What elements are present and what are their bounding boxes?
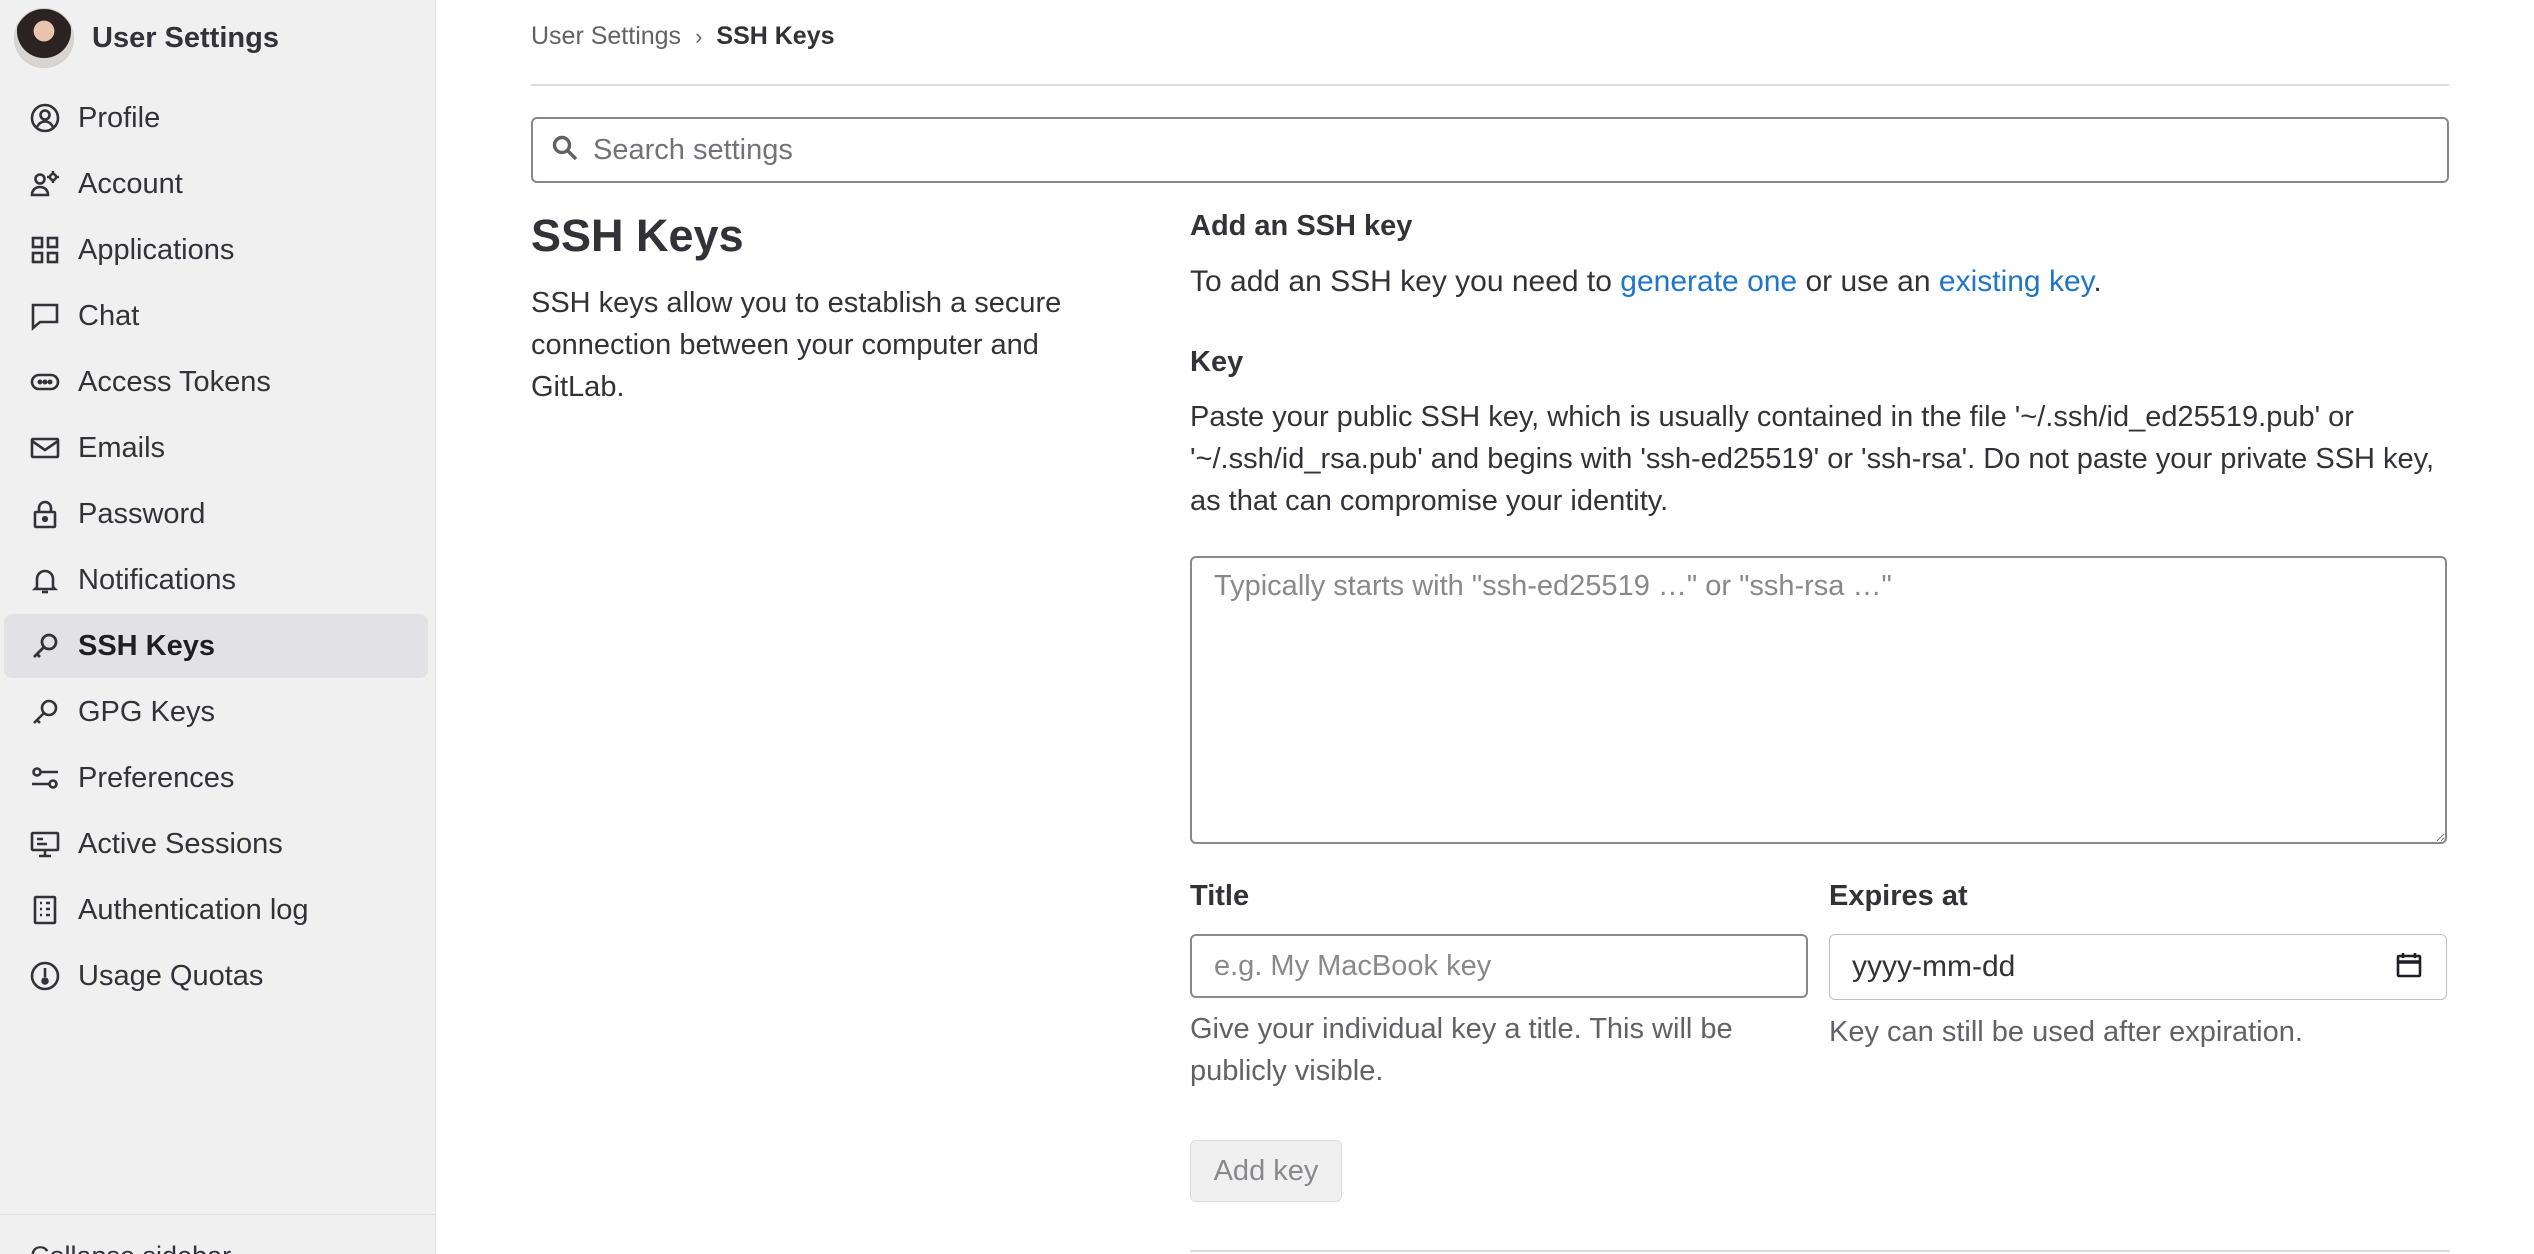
title-input[interactable] xyxy=(1190,934,1808,998)
chat-icon xyxy=(28,299,62,333)
sidebar-item-label: SSH Keys xyxy=(78,629,216,662)
generate-one-link[interactable]: generate one xyxy=(1620,265,1797,298)
sidebar-item-label: Notifications xyxy=(78,563,236,596)
sidebar-item-access-tokens[interactable]: Access Tokens xyxy=(4,350,428,414)
sidebar-item-emails[interactable]: Emails xyxy=(4,416,428,480)
form-intro: To add an SSH key you need to generate o… xyxy=(1190,265,2450,299)
key-help-text: Paste your public SSH key, which is usua… xyxy=(1190,401,2435,517)
log-icon xyxy=(28,893,62,927)
key-icon xyxy=(28,629,62,663)
expires-help-text: Key can still be used after expiration. xyxy=(1829,1016,2303,1048)
sidebar-item-label: Emails xyxy=(78,431,166,464)
sidebar-item-label: Active Sessions xyxy=(78,827,283,860)
form-heading: Add an SSH key xyxy=(1190,210,1413,242)
sidebar-item-label: GPG Keys xyxy=(78,695,215,728)
account-icon xyxy=(28,167,62,201)
key-label: Key xyxy=(1190,346,1244,378)
sidebar-item-label: Chat xyxy=(78,299,140,332)
breadcrumb: User Settings › SSH Keys xyxy=(531,22,835,51)
sidebar-item-authentication-log[interactable]: Authentication log xyxy=(4,878,428,942)
sidebar: User Settings Profile Account Applicatio… xyxy=(0,0,436,1254)
bell-icon xyxy=(28,563,62,597)
expires-label: Expires at xyxy=(1829,880,1968,912)
sidebar-item-label: Account xyxy=(78,167,183,200)
sidebar-item-password[interactable]: Password xyxy=(4,482,428,546)
search-input[interactable] xyxy=(593,133,2393,167)
add-key-button[interactable]: Add key xyxy=(1190,1140,1342,1202)
sidebar-item-profile[interactable]: Profile xyxy=(4,86,428,150)
key-textarea[interactable] xyxy=(1190,556,2447,844)
expires-date-input[interactable]: yyyy-mm-dd xyxy=(1829,934,2447,1000)
sidebar-item-label: Authentication log xyxy=(78,893,309,926)
mail-icon xyxy=(28,431,62,465)
profile-icon xyxy=(28,101,62,135)
chevron-right-icon: › xyxy=(695,23,703,49)
token-icon xyxy=(28,365,62,399)
calendar-icon[interactable] xyxy=(2394,950,2424,985)
sidebar-item-gpg-keys[interactable]: GPG Keys xyxy=(4,680,428,744)
sidebar-item-chat[interactable]: Chat xyxy=(4,284,428,348)
key-icon xyxy=(28,695,62,729)
lock-icon xyxy=(28,497,62,531)
section-description: SSH keys allow you to establish a secure… xyxy=(531,287,1062,403)
sidebar-item-label: Preferences xyxy=(78,761,235,794)
sidebar-item-ssh-keys[interactable]: SSH Keys xyxy=(4,614,428,678)
sidebar-item-preferences[interactable]: Preferences xyxy=(4,746,428,810)
breadcrumb-link-user-settings[interactable]: User Settings xyxy=(531,22,681,51)
sidebar-item-usage-quotas[interactable]: Usage Quotas xyxy=(4,944,428,1008)
existing-key-link[interactable]: existing key xyxy=(1939,265,2094,298)
sidebar-header: User Settings xyxy=(14,8,279,68)
intro-text: To add an SSH key you need to xyxy=(1190,265,1621,298)
search-box[interactable] xyxy=(531,117,2449,183)
expires-date-value: yyyy-mm-dd xyxy=(1852,950,2016,983)
section-intro: SSH Keys SSH keys allow you to establish… xyxy=(531,210,1091,408)
intro-text: or use an xyxy=(1797,265,1939,298)
sidebar-item-label: Password xyxy=(78,497,206,530)
preferences-icon xyxy=(28,761,62,795)
sidebar-item-label: Usage Quotas xyxy=(78,959,264,992)
avatar[interactable] xyxy=(14,8,74,68)
applications-icon xyxy=(28,233,62,267)
header-divider xyxy=(531,84,2449,86)
sidebar-nav: Profile Account Applications Chat Access… xyxy=(4,86,428,1010)
sidebar-item-active-sessions[interactable]: Active Sessions xyxy=(4,812,428,876)
sidebar-item-notifications[interactable]: Notifications xyxy=(4,548,428,612)
title-help-text: Give your individual key a title. This w… xyxy=(1190,1013,1733,1087)
add-ssh-key-form: Add an SSH key To add an SSH key you nee… xyxy=(1190,210,2450,1252)
sidebar-footer: Collapse sidebar xyxy=(0,1214,436,1254)
breadcrumb-current: SSH Keys xyxy=(716,22,835,50)
monitor-icon xyxy=(28,827,62,861)
title-label: Title xyxy=(1190,880,1250,912)
sidebar-title: User Settings xyxy=(92,21,279,54)
collapse-sidebar-button[interactable]: Collapse sidebar xyxy=(30,1241,231,1254)
sidebar-item-label: Profile xyxy=(78,101,161,134)
sidebar-item-label: Access Tokens xyxy=(78,365,271,398)
sidebar-item-label: Applications xyxy=(78,233,235,266)
intro-text: . xyxy=(2093,265,2102,298)
quota-icon xyxy=(28,959,62,993)
page-title: SSH Keys xyxy=(531,210,744,261)
sidebar-item-applications[interactable]: Applications xyxy=(4,218,428,282)
search-icon xyxy=(551,134,579,167)
form-divider xyxy=(1190,1250,2450,1252)
sidebar-item-account[interactable]: Account xyxy=(4,152,428,216)
